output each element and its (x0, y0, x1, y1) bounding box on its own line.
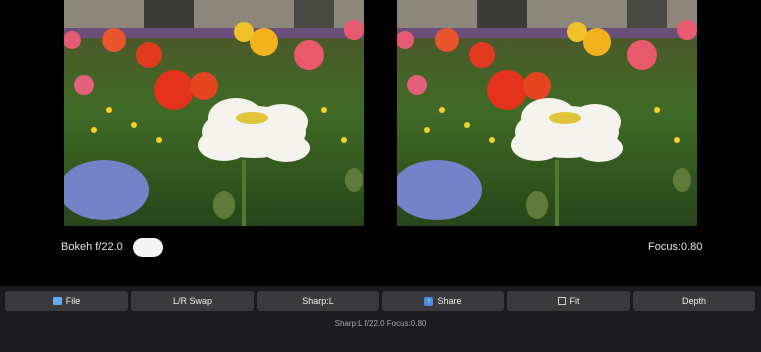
depth-button[interactable]: Depth (633, 291, 755, 311)
fit-button[interactable]: Fit (507, 291, 630, 311)
focus-label: Focus:0.80 (648, 241, 703, 253)
lr-swap-button[interactable]: L/R Swap (131, 291, 254, 311)
lr-swap-button-label: L/R Swap (172, 296, 213, 306)
depth-button-label: Depth (681, 296, 707, 306)
left-photo[interactable] (64, 0, 364, 226)
bokeh-toggle[interactable] (133, 238, 163, 257)
bottom-toolbar: File L/R Swap Sharp:L ↑ Share Fit Depth … (0, 286, 761, 352)
folder-icon (52, 297, 62, 305)
file-button[interactable]: File (5, 291, 128, 311)
sharp-button[interactable]: Sharp:L (257, 291, 379, 311)
square-icon (557, 297, 566, 305)
right-photo[interactable] (397, 0, 697, 226)
file-button-label: File (65, 296, 81, 306)
share-button-label: Share (437, 296, 462, 306)
image-viewer: Bokeh f/22.0 Focus:0.80 (0, 0, 761, 286)
sharp-button-label: Sharp:L (302, 296, 334, 306)
share-icon: ↑ (424, 296, 434, 306)
fit-button-label: Fit (569, 296, 580, 306)
share-button[interactable]: ↑ Share (382, 291, 504, 311)
status-text: Sharp:L f/22.0 Focus:0.80 (334, 319, 427, 328)
bokeh-label: Bokeh f/22.0 (61, 241, 123, 253)
